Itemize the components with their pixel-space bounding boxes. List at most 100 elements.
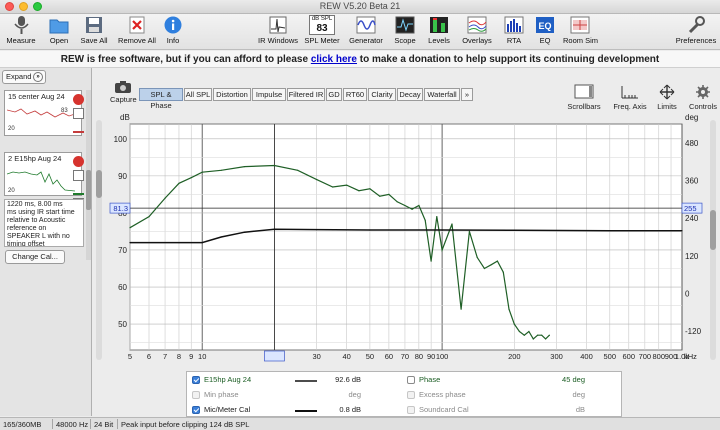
scrollbar-thumb[interactable] <box>96 170 102 198</box>
tab-filtered-ir[interactable]: Filtered IR <box>287 88 325 101</box>
graph-right-scrollbar[interactable] <box>708 120 718 360</box>
x-tick-label: 200 <box>508 352 521 361</box>
tab-impulse[interactable]: Impulse <box>252 88 286 101</box>
remove-measurement-icon[interactable] <box>73 156 84 167</box>
preferences-button[interactable]: Preferences <box>674 15 718 49</box>
room-sim-button[interactable]: Room Sim <box>563 15 598 49</box>
spl-meter-button[interactable]: dB SPL 83 SPL Meter <box>304 15 340 49</box>
window-title: REW V5.20 Beta 21 <box>319 1 401 11</box>
x-tick-label: 50 <box>366 352 374 361</box>
expand-button[interactable]: Expand» <box>2 70 46 84</box>
series-point <box>518 330 520 333</box>
controls-button[interactable]: Controls <box>686 84 720 111</box>
scrollbar-track <box>96 120 102 360</box>
ir-windows-button[interactable]: IR Windows <box>258 15 298 49</box>
measure-button[interactable]: Measure <box>4 15 38 49</box>
y-tick-label: 70 <box>118 246 127 255</box>
mic-cal-checkbox[interactable] <box>192 406 200 414</box>
cursor-x-box <box>264 350 285 362</box>
levels-icon <box>430 17 448 33</box>
y-tick-label: 90 <box>118 172 127 181</box>
series-point <box>379 195 381 197</box>
tab-rt60[interactable]: RT60 <box>343 88 367 101</box>
y-tick-label: 100 <box>114 135 128 144</box>
soundcard-cal-checkbox[interactable] <box>407 406 415 414</box>
scrollbars-button[interactable]: Scrollbars <box>564 84 604 111</box>
info-button[interactable]: Info <box>162 15 184 49</box>
series-point <box>201 242 203 244</box>
limits-button[interactable]: Limits <box>652 84 682 111</box>
donate-link[interactable]: click here <box>311 54 357 65</box>
trace-color-icon[interactable] <box>73 122 84 133</box>
x-tick-label: 8 <box>177 352 181 361</box>
y2-tick-label: 480 <box>685 139 699 148</box>
series-point <box>178 242 180 244</box>
y-tick-label: 60 <box>118 283 127 292</box>
x-tick-label: 600 <box>623 352 636 361</box>
trace-checkbox[interactable] <box>192 376 200 384</box>
memory-status: 165/360MB <box>3 420 42 429</box>
remove-measurement-icon[interactable] <box>73 94 84 105</box>
x-tick-label: 90 <box>427 352 435 361</box>
tab-gd[interactable]: GD <box>326 88 342 101</box>
trace-color-icon[interactable] <box>73 184 84 195</box>
series-point <box>346 184 348 186</box>
remove-all-button[interactable]: Remove All <box>116 15 158 49</box>
series-point <box>468 230 470 232</box>
panel-scrollbar-thumb[interactable] <box>86 170 91 210</box>
generator-button[interactable]: Generator <box>348 15 384 49</box>
tab-waterfall[interactable]: Waterfall <box>424 88 460 101</box>
y2-tick-label: 240 <box>685 214 699 223</box>
series-point <box>513 323 515 325</box>
tab-decay[interactable]: Decay <box>397 88 423 101</box>
series-point <box>476 256 478 258</box>
overlays-button[interactable]: Overlays <box>460 15 494 49</box>
eq-button[interactable]: EQ EQ <box>534 15 556 49</box>
graph-settings-icon[interactable] <box>73 170 84 181</box>
remove-icon <box>129 16 145 34</box>
graph-left-scrollbar[interactable] <box>94 120 104 360</box>
trace-line-swatch <box>295 410 317 412</box>
x-tick-label: 100 <box>436 352 449 361</box>
graph-settings-icon[interactable] <box>73 108 84 119</box>
x-tick-label: 800 <box>652 352 665 361</box>
change-cal-button[interactable]: Change Cal... <box>5 250 65 264</box>
measurement-notes[interactable]: 1220 ms, 8.00 ms ms using IR start time … <box>4 199 84 247</box>
tab-more[interactable]: » <box>461 88 473 101</box>
x-tick-label: 5 <box>128 352 132 361</box>
tab-all-spl[interactable]: All SPL <box>184 88 212 101</box>
cursor-y2-label: 255 <box>684 204 697 213</box>
freq-axis-button[interactable]: Freq. Axis <box>610 84 650 111</box>
info-icon <box>164 16 182 34</box>
scope-button[interactable]: Scope <box>392 15 418 49</box>
svg-text:20: 20 <box>8 188 15 194</box>
rta-button[interactable]: RTA <box>502 15 526 49</box>
measurement-1-controls <box>72 92 86 136</box>
spl-phase-graph[interactable]: 10090807060504803602401200-120dBdeg56789… <box>106 108 706 370</box>
measurement-label: 2 E15hp Aug 24 <box>8 154 62 163</box>
phase-checkbox[interactable] <box>407 376 415 384</box>
open-button[interactable]: Open <box>44 15 74 49</box>
graph-svg[interactable]: 10090807060504803602401200-120dBdeg56789… <box>106 108 706 370</box>
save-all-button[interactable]: Save All <box>78 15 110 49</box>
series-point <box>201 171 203 173</box>
series-point <box>332 186 334 188</box>
svg-text:83: 83 <box>61 108 68 114</box>
wrench-icon <box>688 16 705 34</box>
tab-distortion[interactable]: Distortion <box>213 88 251 101</box>
measurement-item[interactable]: 15 center Aug 24 83 20 <box>4 90 82 136</box>
levels-button[interactable]: Levels <box>425 15 453 49</box>
x-tick-label: 400 <box>580 352 593 361</box>
series-point <box>496 260 498 262</box>
excess-phase-checkbox[interactable] <box>407 391 415 399</box>
measurement-item[interactable]: 2 E15hp Aug 24 20 <box>4 152 82 196</box>
tab-clarity[interactable]: Clarity <box>368 88 396 101</box>
series-point <box>532 338 534 340</box>
series-point <box>220 236 222 238</box>
overlays-icon <box>467 16 487 34</box>
panel-scrollbar[interactable] <box>86 90 91 260</box>
scrollbar-thumb[interactable] <box>710 210 716 250</box>
tab-spl-phase[interactable]: SPL & Phase <box>139 88 183 110</box>
min-phase-checkbox[interactable] <box>192 391 200 399</box>
capture-button[interactable]: Capture <box>110 80 137 104</box>
